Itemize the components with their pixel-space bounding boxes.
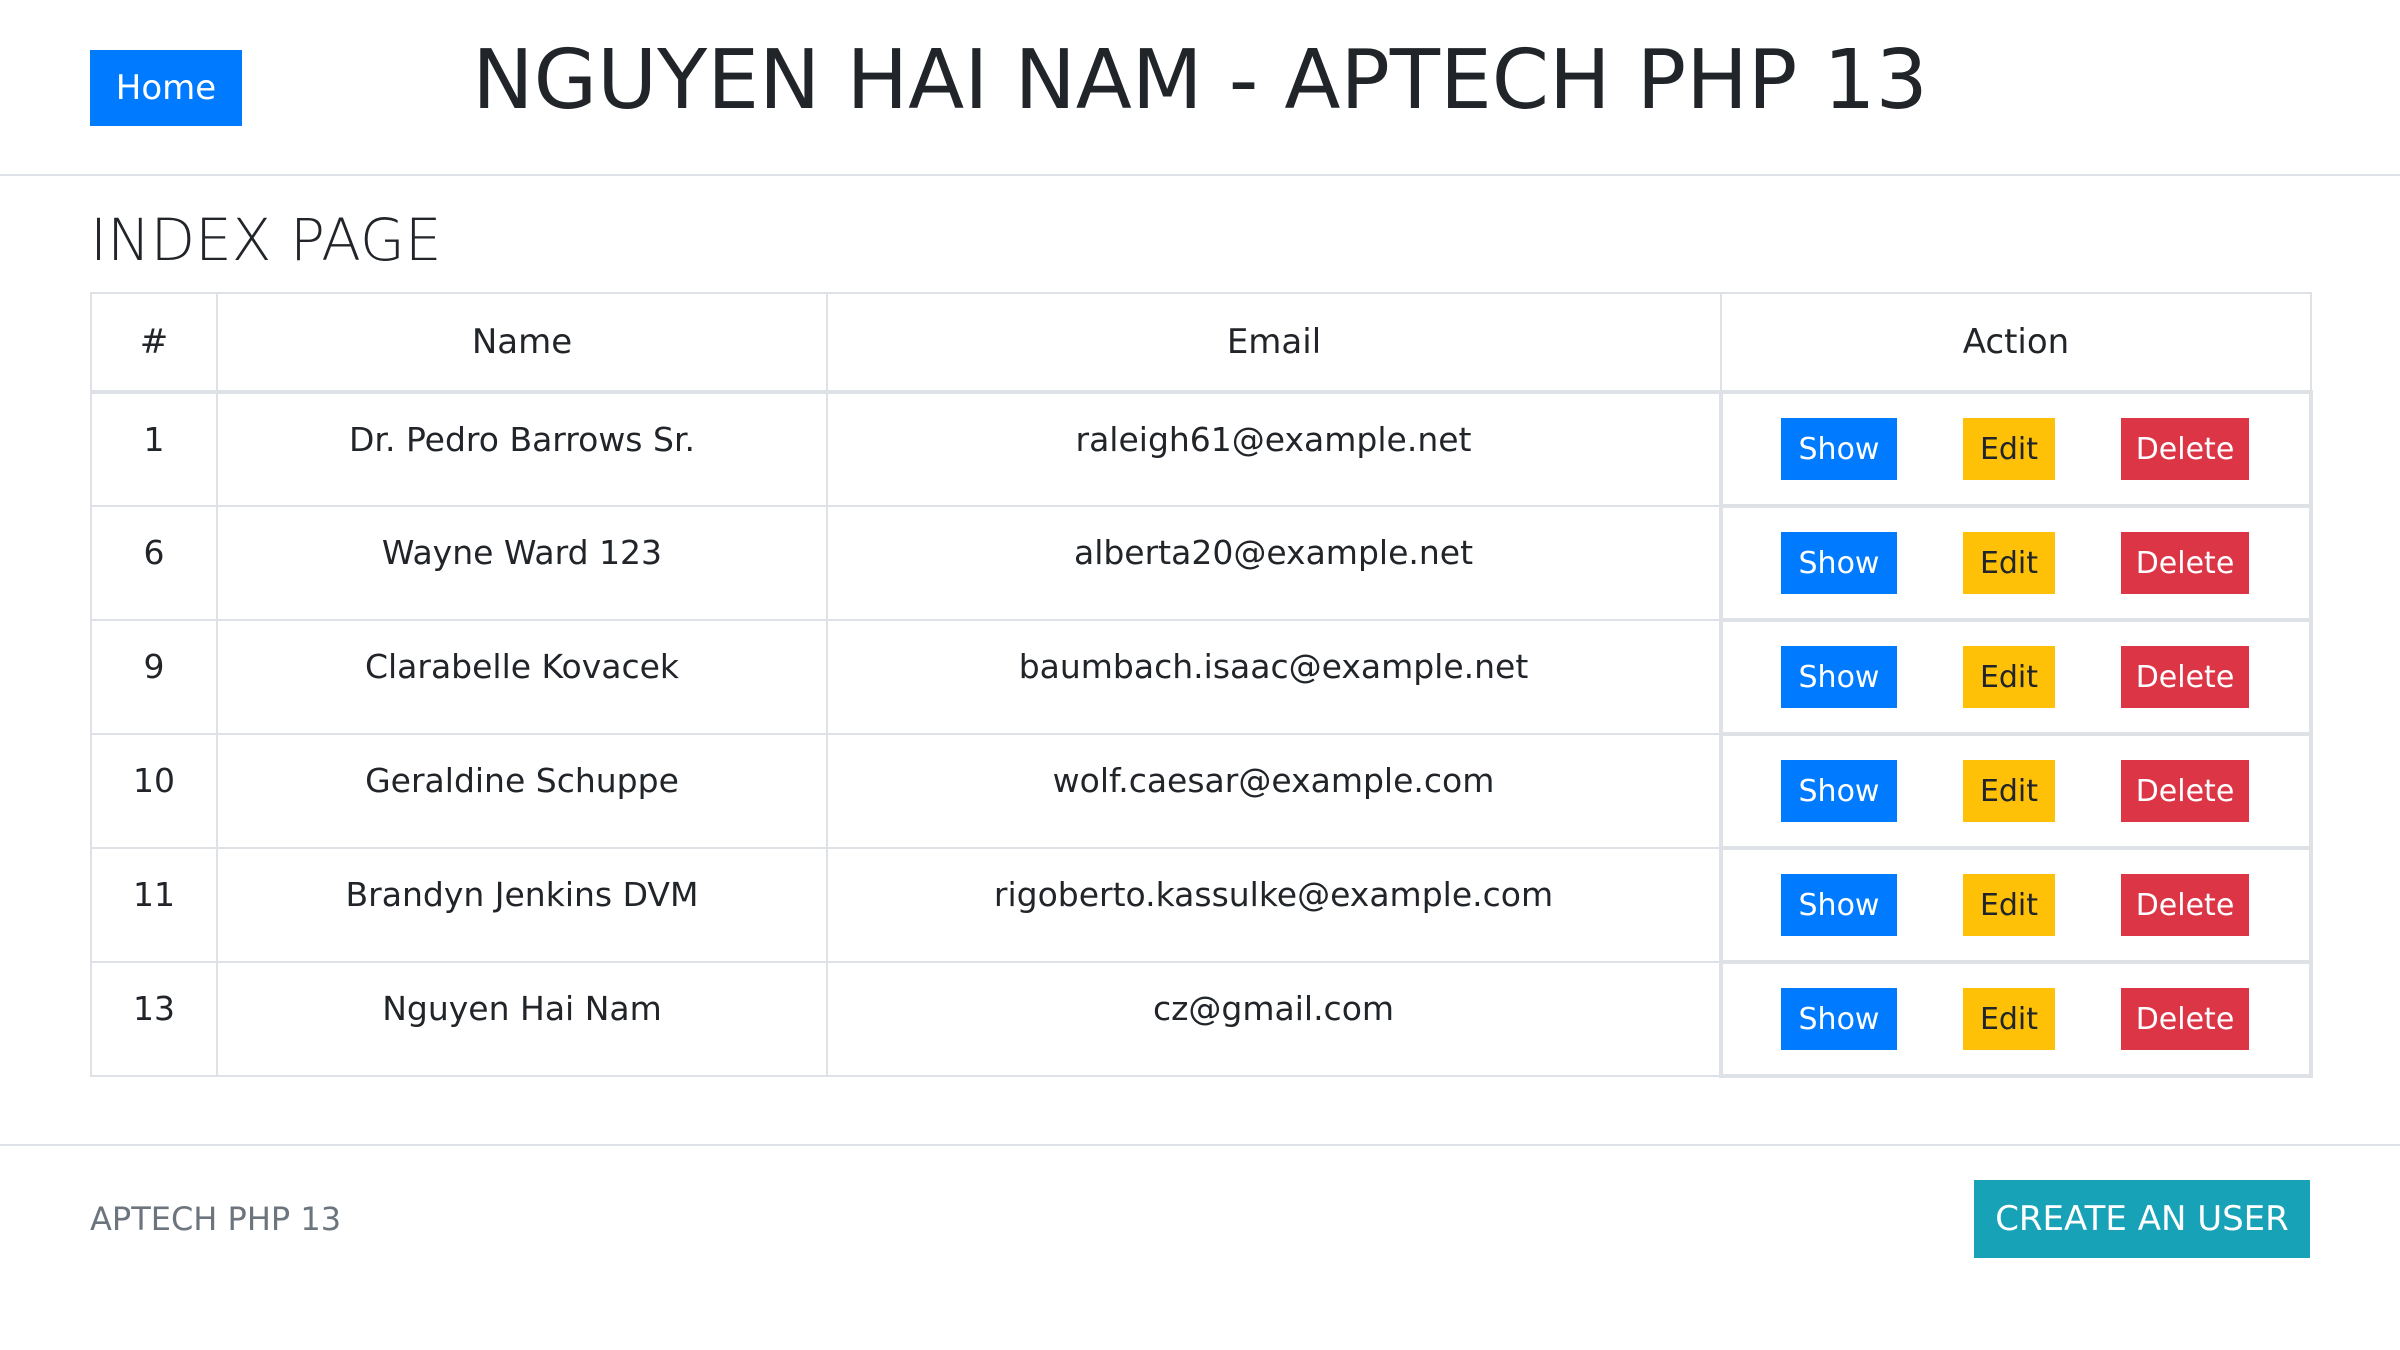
table-row: 6 Wayne Ward 123 alberta20@example.net S… xyxy=(90,504,2313,622)
delete-button[interactable]: Delete xyxy=(2121,874,2249,936)
app-title: NGUYEN HAI NAM - APTECH PHP 13 xyxy=(472,33,1928,128)
row-actions: Show Edit Delete xyxy=(1719,618,2313,736)
row-email: raleigh61@example.net xyxy=(826,391,1722,507)
table-row: 13 Nguyen Hai Nam cz@gmail.com Show Edit… xyxy=(90,960,2313,1078)
edit-button[interactable]: Edit xyxy=(1963,760,2055,822)
row-actions: Show Edit Delete xyxy=(1719,846,2313,964)
page-title: INDEX PAGE xyxy=(90,206,442,274)
delete-button[interactable]: Delete xyxy=(2121,532,2249,594)
row-name: Clarabelle Kovacek xyxy=(216,619,828,735)
row-email: wolf.caesar@example.com xyxy=(826,733,1722,849)
header: Home NGUYEN HAI NAM - APTECH PHP 13 xyxy=(0,0,2400,176)
show-button[interactable]: Show xyxy=(1781,532,1897,594)
row-actions: Show Edit Delete xyxy=(1719,732,2313,850)
row-actions: Show Edit Delete xyxy=(1719,504,2313,622)
row-id: 11 xyxy=(90,847,218,963)
row-email: alberta20@example.net xyxy=(826,505,1722,621)
row-actions: Show Edit Delete xyxy=(1719,960,2313,1078)
footer: APTECH PHP 13 CREATE AN USER xyxy=(0,1144,2400,1350)
row-name: Nguyen Hai Nam xyxy=(216,961,828,1077)
row-actions: Show Edit Delete xyxy=(1719,390,2313,508)
column-header-action: Action xyxy=(1720,292,2312,394)
column-header-name: Name xyxy=(216,292,828,394)
users-table: # Name Email Action 1 Dr. Pedro Barrows … xyxy=(90,292,2313,1078)
show-button[interactable]: Show xyxy=(1781,760,1897,822)
show-button[interactable]: Show xyxy=(1781,874,1897,936)
delete-button[interactable]: Delete xyxy=(2121,988,2249,1050)
row-id: 10 xyxy=(90,733,218,849)
row-name: Wayne Ward 123 xyxy=(216,505,828,621)
row-name: Dr. Pedro Barrows Sr. xyxy=(216,391,828,507)
edit-button[interactable]: Edit xyxy=(1963,874,2055,936)
footer-text: APTECH PHP 13 xyxy=(90,1200,342,1238)
row-id: 6 xyxy=(90,505,218,621)
table-row: 1 Dr. Pedro Barrows Sr. raleigh61@exampl… xyxy=(90,390,2313,508)
row-email: baumbach.isaac@example.net xyxy=(826,619,1722,735)
edit-button[interactable]: Edit xyxy=(1963,988,2055,1050)
table-row: 11 Brandyn Jenkins DVM rigoberto.kassulk… xyxy=(90,846,2313,964)
create-user-button[interactable]: CREATE AN USER xyxy=(1974,1180,2310,1258)
show-button[interactable]: Show xyxy=(1781,418,1897,480)
row-id: 1 xyxy=(90,391,218,507)
table-row: 10 Geraldine Schuppe wolf.caesar@example… xyxy=(90,732,2313,850)
delete-button[interactable]: Delete xyxy=(2121,418,2249,480)
table-header-row: # Name Email Action xyxy=(90,292,2312,394)
row-email: cz@gmail.com xyxy=(826,961,1722,1077)
row-name: Geraldine Schuppe xyxy=(216,733,828,849)
column-header-id: # xyxy=(90,292,218,394)
delete-button[interactable]: Delete xyxy=(2121,760,2249,822)
home-button[interactable]: Home xyxy=(90,50,242,126)
row-name: Brandyn Jenkins DVM xyxy=(216,847,828,963)
row-email: rigoberto.kassulke@example.com xyxy=(826,847,1722,963)
table-row: 9 Clarabelle Kovacek baumbach.isaac@exam… xyxy=(90,618,2313,736)
row-id: 13 xyxy=(90,961,218,1077)
edit-button[interactable]: Edit xyxy=(1963,646,2055,708)
show-button[interactable]: Show xyxy=(1781,646,1897,708)
row-id: 9 xyxy=(90,619,218,735)
delete-button[interactable]: Delete xyxy=(2121,646,2249,708)
show-button[interactable]: Show xyxy=(1781,988,1897,1050)
column-header-email: Email xyxy=(826,292,1722,394)
edit-button[interactable]: Edit xyxy=(1963,418,2055,480)
edit-button[interactable]: Edit xyxy=(1963,532,2055,594)
